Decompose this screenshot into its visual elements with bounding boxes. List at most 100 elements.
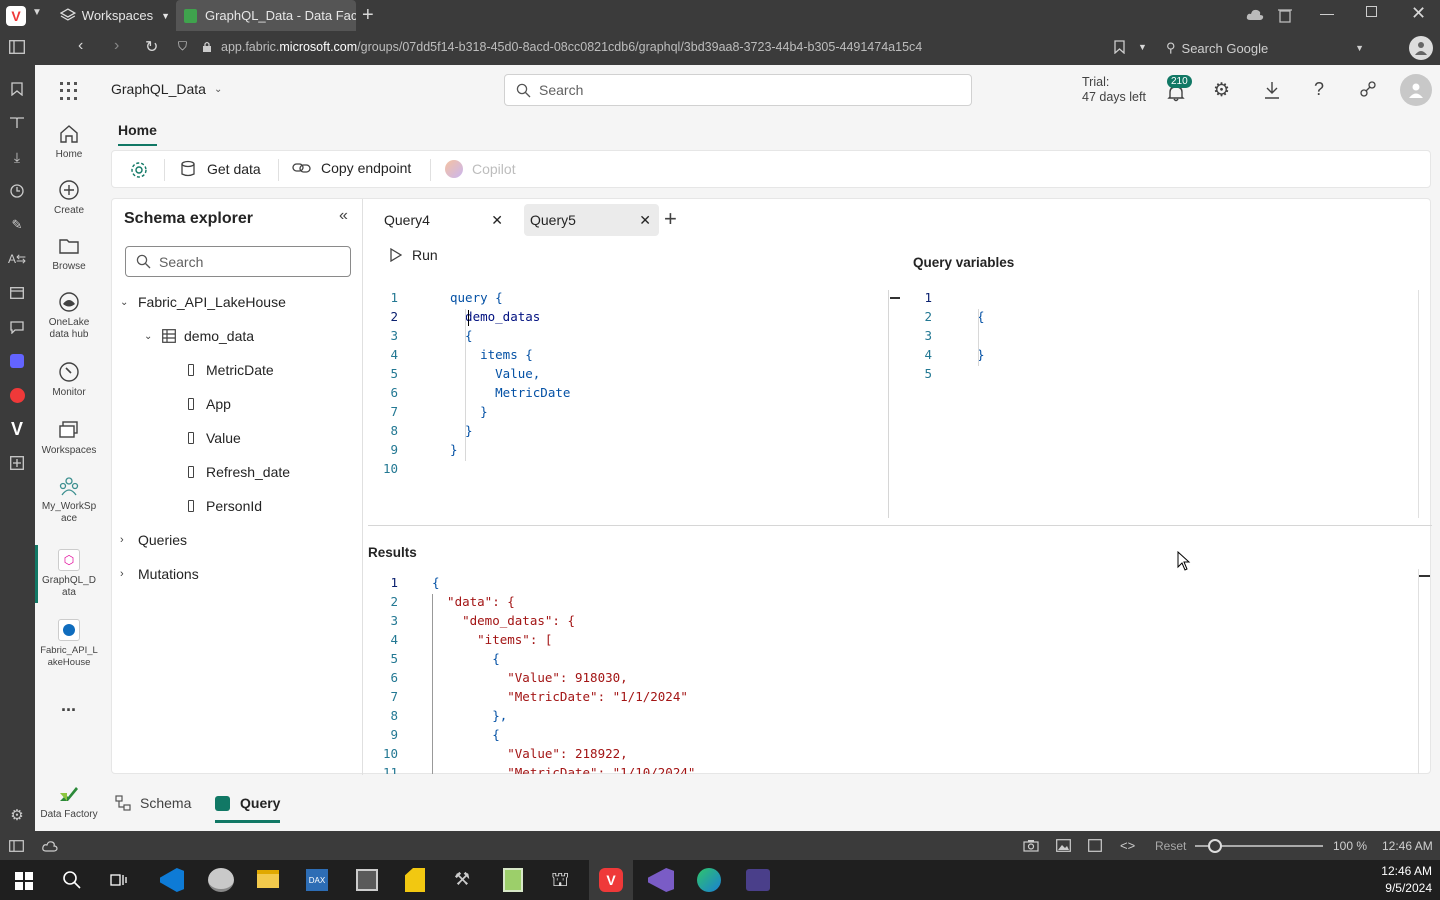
back-icon[interactable]: ‹	[78, 37, 83, 55]
tree-field[interactable]: PersonId	[188, 498, 262, 514]
tab-query5[interactable]: Query5 ✕	[524, 204, 659, 236]
more-icon[interactable]: ...	[61, 695, 76, 716]
vivaldi-menu-icon[interactable]: V	[6, 6, 26, 26]
nav-data-factory[interactable]: Data Factory	[35, 783, 103, 821]
vertical-splitter[interactable]	[888, 290, 889, 518]
chevron-down-icon[interactable]: ▼	[32, 7, 42, 18]
settings-icon[interactable]	[130, 161, 148, 179]
settings-icon[interactable]: ⚙	[7, 805, 27, 825]
panel-toggle-icon[interactable]	[9, 840, 24, 852]
power-bi-taskbar-icon[interactable]	[405, 868, 425, 892]
downloads-panel-icon[interactable]: ⤓	[7, 147, 27, 167]
tree-field[interactable]: MetricDate	[188, 362, 274, 378]
windows-start-icon[interactable]	[15, 872, 33, 890]
get-data-button[interactable]: Get data	[180, 160, 261, 178]
variables-editor[interactable]: 1 2 { 3 4 } 5	[902, 284, 1422, 518]
azure-data-studio-taskbar-icon[interactable]	[208, 868, 234, 892]
mastodon-icon[interactable]	[7, 351, 27, 371]
reload-icon[interactable]: ↻	[145, 37, 158, 57]
tree-field[interactable]: App	[188, 396, 231, 412]
edge-taskbar-icon[interactable]	[697, 868, 721, 892]
tree-field[interactable]: Refresh_date	[188, 464, 290, 480]
notepad-taskbar-icon[interactable]	[503, 868, 523, 892]
tree-mutations[interactable]: › Mutations	[120, 566, 199, 582]
terminal-taskbar-icon[interactable]	[746, 869, 770, 891]
workspaces-button[interactable]: Workspaces ▼	[60, 0, 170, 31]
query-editor[interactable]: 1 query { 2 demo_datas 3 { 4 items { 5 V…	[368, 284, 888, 524]
vivaldi-logo-icon[interactable]: V	[7, 419, 27, 439]
browser-tab-active[interactable]: GraphQL_Data - Data Facto	[176, 0, 356, 31]
tab-home[interactable]: Home	[118, 122, 157, 146]
results-viewer[interactable]: 1 { 2 "data": { 3 "demo_datas": { 4 "ite…	[368, 569, 1418, 774]
zoom-slider[interactable]	[1195, 839, 1323, 853]
restore-icon[interactable]	[1366, 6, 1377, 17]
nav-lakehouse[interactable]: Fabric_API_L akeHouse	[35, 619, 103, 669]
settings-gear-icon[interactable]: ⚙	[1213, 79, 1230, 102]
global-search[interactable]: Search	[504, 74, 972, 106]
cloud-sync-icon[interactable]	[42, 840, 58, 852]
zoom-reset-button[interactable]: Reset	[1155, 839, 1186, 853]
tree-table-demo-data[interactable]: ⌄ demo_data	[144, 328, 254, 344]
tabular-editor-taskbar-icon[interactable]: ⛫	[551, 869, 575, 891]
search-google-field[interactable]: ⚲ Search Google ▼	[1160, 35, 1370, 61]
view-tab-query[interactable]: Query	[215, 795, 280, 823]
close-window-icon[interactable]: ✕	[1411, 3, 1426, 24]
tools-taskbar-icon[interactable]: ⚒	[454, 869, 476, 891]
tab-query4[interactable]: Query4 ✕	[374, 204, 509, 236]
app-taskbar-icon[interactable]	[356, 869, 378, 891]
camera-icon[interactable]	[1023, 839, 1039, 852]
run-button[interactable]: Run	[390, 247, 438, 263]
window-panel-icon[interactable]	[7, 283, 27, 303]
forward-icon[interactable]: ›	[114, 37, 119, 55]
trial-status[interactable]: Trial: 47 days left	[1082, 75, 1146, 105]
chat-icon[interactable]	[7, 317, 27, 337]
collapse-panel-icon[interactable]: «	[339, 207, 348, 225]
profile-avatar[interactable]	[1409, 36, 1433, 60]
bookmark-icon[interactable]	[1114, 40, 1125, 54]
nav-create[interactable]: Create	[35, 179, 103, 217]
notes-icon[interactable]: ✎	[7, 215, 27, 235]
nav-my-workspace[interactable]: My_WorkSp ace	[35, 475, 103, 525]
tree-root-lakehouse[interactable]: ⌄ Fabric_API_LakeHouse	[120, 294, 286, 310]
notifications-button[interactable]: 210	[1166, 75, 1192, 102]
results-scrollbar[interactable]	[1418, 569, 1419, 774]
workspace-title-button[interactable]: GraphQL_Data ⌄	[111, 81, 222, 97]
nav-monitor[interactable]: Monitor	[35, 361, 103, 399]
bookmarks-panel-icon[interactable]	[7, 79, 27, 99]
url-field[interactable]: app.fabric.microsoft.com/groups/07dd5f14…	[221, 40, 922, 54]
search-icon[interactable]	[62, 870, 82, 890]
nav-onelake[interactable]: OneLake data hub	[35, 291, 103, 341]
reading-list-icon[interactable]	[7, 113, 27, 133]
share-feedback-icon[interactable]	[1359, 80, 1377, 98]
image-icon[interactable]	[1056, 839, 1071, 852]
view-tab-schema[interactable]: Schema	[115, 795, 191, 811]
code-icon[interactable]: <>	[1120, 838, 1135, 853]
vivaldi-taskbar-icon[interactable]: V	[589, 860, 633, 900]
minimize-icon[interactable]: —	[1320, 5, 1334, 21]
horizontal-splitter[interactable]	[368, 525, 1432, 526]
nav-workspaces[interactable]: Workspaces	[35, 419, 103, 457]
zoom-slider-thumb[interactable]	[1208, 839, 1222, 853]
history-icon[interactable]	[7, 181, 27, 201]
panel-toggle-icon[interactable]	[9, 40, 25, 54]
splitter-handle[interactable]	[890, 297, 900, 299]
nav-browse[interactable]: Browse	[35, 235, 103, 273]
tree-queries[interactable]: › Queries	[120, 532, 187, 548]
cloud-icon[interactable]	[1246, 8, 1264, 22]
nav-graphql-data[interactable]: ⬡ GraphQL_D ata	[35, 549, 103, 599]
close-icon[interactable]: ✕	[639, 212, 651, 229]
task-view-icon[interactable]	[110, 872, 128, 888]
nav-home[interactable]: Home	[35, 123, 103, 161]
schema-search-input[interactable]: Search	[125, 246, 351, 277]
new-tab-icon[interactable]: +	[362, 4, 374, 27]
copilot-button[interactable]: Copilot	[445, 160, 516, 178]
page-tiling-icon[interactable]	[1088, 839, 1102, 852]
vivaldi-panel-icon[interactable]	[7, 385, 27, 405]
app-launcher-icon[interactable]	[60, 82, 78, 100]
variables-scrollbar[interactable]	[1418, 290, 1419, 518]
translate-icon[interactable]: A⇆	[7, 249, 27, 269]
add-tab-icon[interactable]: +	[664, 206, 677, 232]
dax-studio-taskbar-icon[interactable]: DAX	[306, 869, 328, 891]
download-icon[interactable]	[1264, 81, 1280, 99]
vscode-taskbar-icon[interactable]	[160, 868, 184, 892]
